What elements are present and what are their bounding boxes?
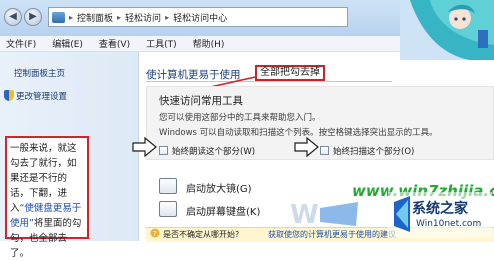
sidebar-link-control-panel-home[interactable]: 控制面板主页 xyxy=(14,67,65,79)
menu-help[interactable]: 帮助(H) xyxy=(193,37,225,50)
start-on-screen-keyboard-link[interactable]: 启动屏幕键盘(K) xyxy=(186,203,260,218)
uac-shield-icon xyxy=(4,90,14,101)
pointer-arrow-icon xyxy=(132,136,157,158)
annotation-select-all-label: 全部把勾去掉 xyxy=(255,65,325,81)
breadcrumb-separator-icon: ▸ xyxy=(117,12,122,22)
windows-logo-watermark-icon: W xyxy=(290,200,358,230)
start-magnifier-link[interactable]: 启动放大镜(G) xyxy=(186,180,252,195)
menu-file[interactable]: 文件(F) xyxy=(6,37,36,50)
forward-button[interactable]: ▶ xyxy=(24,8,42,26)
keyboard-icon[interactable] xyxy=(159,201,177,217)
control-panel-icon xyxy=(52,11,65,23)
info-bar-recommendation-link[interactable]: 获取使您的计算机更易于使用的建议 xyxy=(268,229,396,240)
panel-title: 快速访问常用工具 xyxy=(159,95,243,107)
info-bar-prompt: 是否不确定从哪开始? xyxy=(163,230,240,239)
menu-view[interactable]: 查看(V) xyxy=(99,37,130,50)
breadcrumb-item-control-panel[interactable]: 控制面板 xyxy=(77,11,113,24)
breadcrumb-separator-icon: ▸ xyxy=(69,12,74,22)
annotation-note: 一般来说，就这勾去了就行，如果还是不行的话，下翻，进入“使健盘更易于使用”将里面… xyxy=(5,136,89,259)
sidebar-link-change-admin-settings[interactable]: 更改管理设置 xyxy=(4,90,67,102)
svg-text:?: ? xyxy=(153,230,157,238)
panel-description-line1: 您可以使用这部分中的工具来帮助您入门。 xyxy=(159,113,321,123)
checkbox-always-read[interactable] xyxy=(159,146,168,155)
svg-text:W: W xyxy=(290,200,319,230)
decorative-anime-art xyxy=(400,0,494,60)
menu-tools[interactable]: 工具(T) xyxy=(146,37,177,50)
breadcrumb-item-ease-of-access-center[interactable]: 轻松访问中心 xyxy=(173,11,227,24)
watermark-brand-name: 系统之家 xyxy=(412,201,468,217)
menu-bar: 文件(F) 编辑(E) 查看(V) 工具(T) 帮助(H) xyxy=(0,36,400,52)
sidebar-link-label: 更改管理设置 xyxy=(16,92,68,102)
watermark-brand-url: Win10net.com xyxy=(416,219,482,229)
pointer-arrow-icon xyxy=(294,136,319,158)
checkbox-always-read-label[interactable]: 始终朗读这个部分(W) xyxy=(172,145,255,157)
breadcrumb-item-ease-of-access[interactable]: 轻松访问 xyxy=(125,11,161,24)
magnifier-icon[interactable] xyxy=(159,178,177,194)
checkbox-always-scan[interactable] xyxy=(320,146,329,155)
address-bar[interactable]: ▸ 控制面板 ▸ 轻松访问 ▸ 轻松访问中心 xyxy=(48,7,348,27)
checkbox-always-scan-label[interactable]: 始终扫描这个部分(O) xyxy=(333,145,414,157)
info-help-icon: ? xyxy=(150,228,160,238)
menu-edit[interactable]: 编辑(E) xyxy=(52,37,83,50)
back-button[interactable]: ◀ xyxy=(4,8,22,26)
breadcrumb-separator-icon: ▸ xyxy=(165,12,170,22)
